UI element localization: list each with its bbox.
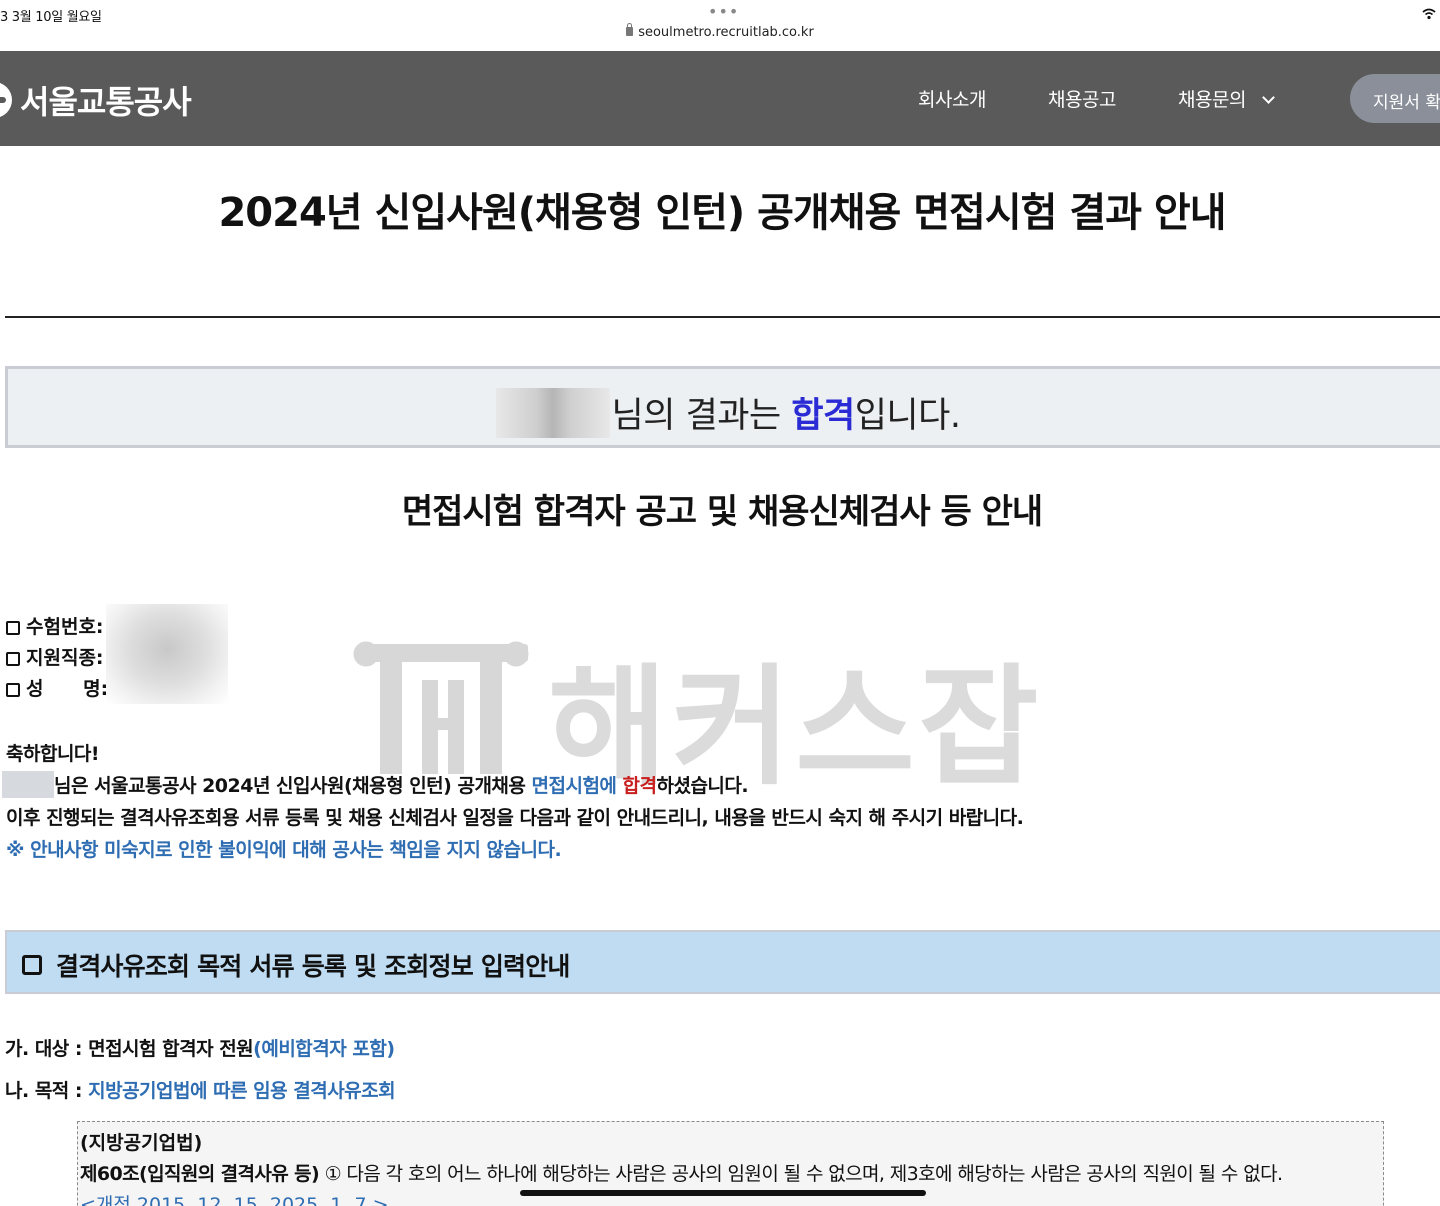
apply-check-button[interactable]: 지원서 확: [1350, 74, 1440, 123]
congrats-line1-c: 합격: [622, 775, 657, 797]
home-indicator[interactable]: [520, 1190, 926, 1196]
result-pass-word: 합격: [791, 396, 855, 436]
name-label: 성 명:: [26, 678, 109, 700]
congrats-line1-a: 님은 서울교통공사 2024년 신입사원(채용형 인턴) 공개채용: [54, 775, 532, 797]
item-purpose-label: 나. 목적 :: [5, 1080, 89, 1102]
chevron-down-icon: [1262, 91, 1275, 104]
congrats-line1-d: 하셨습니다.: [656, 775, 749, 797]
applicant-info: 수험번호: 지원직종: 성 명:: [6, 612, 108, 705]
result-box: 님의 결과는 합격입니다.: [5, 366, 1440, 448]
section-header: 결격사유조회 목적 서류 등록 및 조회정보 입력안내: [5, 930, 1440, 994]
nav-item-inquiry-label: 채용문의: [1178, 89, 1246, 111]
wifi-icon: [1422, 8, 1436, 20]
section-title: 결격사유조회 목적 서류 등록 및 조회정보 입력안내: [22, 947, 570, 983]
nav-item-jobs[interactable]: 채용공고: [1048, 85, 1116, 112]
section-title-text: 결격사유조회 목적 서류 등록 및 조회정보 입력안내: [56, 952, 570, 981]
item-target-note: (예비합격자 포함): [253, 1038, 395, 1060]
congrats-line2: 이후 진행되는 결격사유조회용 서류 등록 및 채용 신체검사 일정을 다음과 …: [6, 807, 1024, 829]
law-article-body: ① 다음 각 호의 어느 하나에 해당하는 사람은 공사의 임원이 될 수 없으…: [319, 1163, 1283, 1185]
result-suffix: 입니다.: [854, 396, 961, 436]
site-logo[interactable]: 서울교통공사: [0, 77, 192, 123]
law-article: 제60조(입직원의 결격사유 등) ① 다음 각 호의 어느 하나에 해당하는 …: [80, 1159, 1283, 1186]
browser-status-bar: 3 3월 10일 월요일 ••• seoulmetro.recruitlab.c…: [0, 0, 1440, 51]
divider: [5, 316, 1440, 318]
square-bullet-icon: [6, 620, 20, 635]
info-row-job: 지원직종:: [6, 643, 108, 674]
section-subtitle: 면접시험 합격자 공고 및 채용신체검사 등 안내: [401, 492, 1043, 532]
congrats-message: 축하합니다! 님은 서울교통공사 2024년 신입사원(채용형 인턴) 공개채용…: [2, 738, 1024, 866]
nav-item-inquiry[interactable]: 채용문의: [1178, 85, 1275, 112]
page-title: 2024년 신입사원(채용형 인턴) 공개채용 면접시험 결과 안내: [218, 190, 1226, 236]
exam-no-label: 수험번호:: [26, 616, 104, 638]
item-purpose-text: 지방공기업법에 따른 임용 결격사유조회: [88, 1080, 396, 1102]
congrats-line1-b: 면접시험에: [531, 775, 623, 797]
congrats-notice: ※ 안내사항 미숙지로 인한 불이익에 대해 공사는 책임을 지지 않습니다.: [6, 839, 562, 861]
url-text: seoulmetro.recruitlab.co.kr: [638, 25, 814, 40]
item-purpose: 나. 목적 : 지방공기업법에 따른 임용 결격사유조회: [5, 1076, 396, 1103]
status-time: 3 3월 10일 월요일: [0, 10, 102, 25]
job-label: 지원직종:: [26, 647, 104, 669]
congrats-heading: 축하합니다!: [6, 743, 100, 765]
logo-text: 서울교통공사: [20, 83, 192, 121]
blurred-name-inline: [2, 771, 54, 798]
square-bullet-icon: [6, 651, 20, 666]
square-bullet-icon: [6, 682, 20, 697]
congrats-line1: 님은 서울교통공사 2024년 신입사원(채용형 인턴) 공개채용 면접시험에 …: [2, 770, 1023, 802]
lock-icon: [626, 23, 634, 36]
more-dots-icon[interactable]: •••: [708, 2, 739, 21]
item-target-label: 가. 대상 : 면접시험 합격자 전원: [5, 1038, 254, 1060]
result-prefix: 님의 결과는: [611, 396, 792, 436]
info-row-exam-no: 수험번호:: [6, 612, 108, 643]
logo-mark-icon: [0, 82, 12, 118]
law-article-title: 제60조(입직원의 결격사유 등): [80, 1163, 320, 1185]
blurred-info: [106, 604, 228, 704]
square-bullet-icon: [22, 955, 42, 975]
address-bar[interactable]: seoulmetro.recruitlab.co.kr: [0, 23, 1440, 40]
blurred-name: [495, 388, 610, 438]
law-title: (지방공기업법): [80, 1132, 203, 1154]
result-text: 님의 결과는 합격입니다.: [8, 387, 1440, 442]
item-target: 가. 대상 : 면접시험 합격자 전원(예비합격자 포함): [5, 1034, 395, 1061]
law-revision: <개정 2015. 12. 15. 2025. 1. 7.>: [80, 1194, 389, 1206]
nav-item-company[interactable]: 회사소개: [918, 85, 986, 112]
site-navbar: 서울교통공사 회사소개 채용공고 채용문의 지원서 확: [0, 51, 1440, 146]
info-row-name: 성 명:: [6, 674, 108, 705]
